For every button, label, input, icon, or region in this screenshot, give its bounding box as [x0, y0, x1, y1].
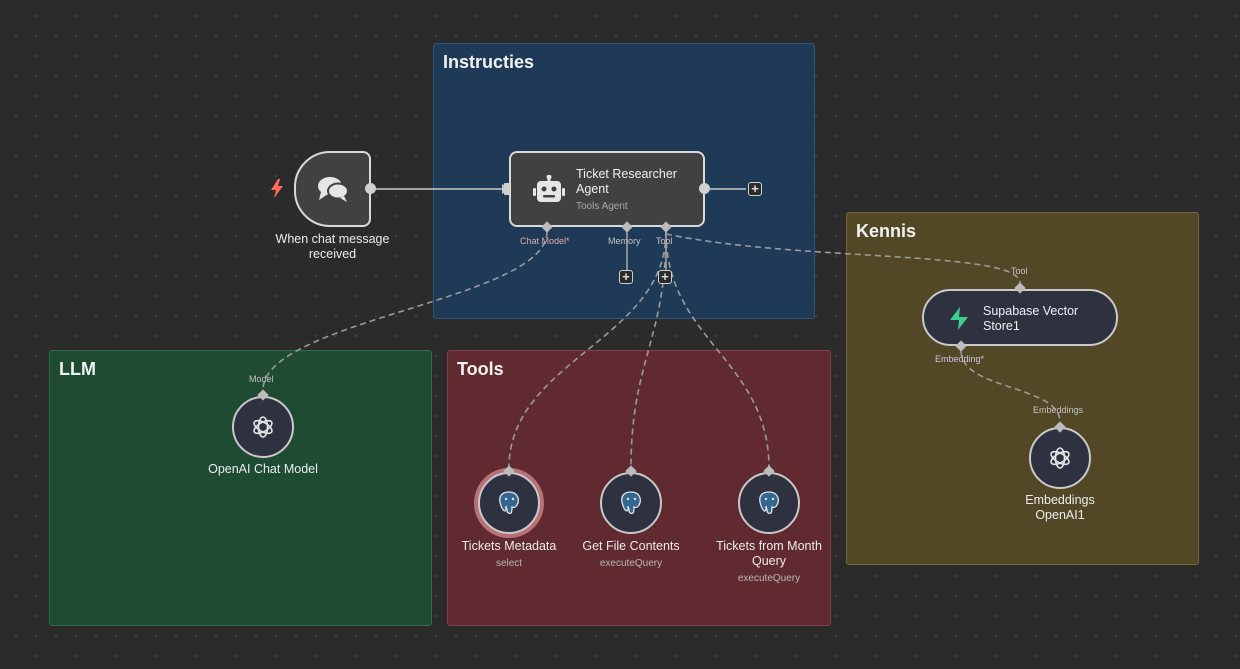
- tickets-metadata-node[interactable]: [478, 472, 540, 534]
- openai-chat-model-node[interactable]: [232, 396, 294, 458]
- tickets-month-query-operation: executeQuery: [737, 573, 801, 584]
- port-label-tool: Tool: [656, 236, 673, 246]
- get-file-contents-label: Get File Contents: [582, 539, 680, 553]
- agent-title: Ticket Researcher Agent: [576, 167, 677, 196]
- chat-bubbles-icon: [318, 177, 349, 202]
- tickets-metadata-operation: select: [495, 558, 523, 569]
- add-node-button[interactable]: +: [748, 182, 762, 196]
- robot-icon: [533, 175, 565, 202]
- openai-chat-model-label: OpenAI Chat Model: [208, 462, 318, 476]
- supabase-icon: [950, 307, 968, 330]
- port-label-model: Model: [249, 374, 274, 384]
- output-handle[interactable]: [699, 183, 710, 194]
- port-label-embeddings: Embeddings: [1033, 405, 1084, 415]
- openai-icon: [253, 416, 273, 438]
- postgres-icon: [499, 491, 519, 515]
- agent-node[interactable]: Ticket Researcher Agent Tools Agent: [509, 151, 705, 227]
- port-label-embedding: Embedding*: [935, 354, 985, 364]
- output-handle[interactable]: [365, 183, 376, 194]
- supabase-vector-store-node[interactable]: Supabase Vector Store1: [922, 289, 1118, 346]
- postgres-icon: [621, 491, 641, 515]
- tickets-month-query-label: Tickets from Month Query: [716, 539, 822, 568]
- get-file-contents-operation: executeQuery: [599, 558, 663, 569]
- lightning-icon: [271, 179, 283, 198]
- supabase-vector-store-label: Supabase Vector Store1: [983, 304, 1079, 333]
- embeddings-openai-label: Embeddings OpenAI1: [1025, 493, 1095, 522]
- agent-subtitle: Tools Agent: [576, 201, 628, 212]
- openai-icon: [1050, 447, 1070, 469]
- port-label-chat-model: Chat Model*: [520, 236, 570, 246]
- get-file-contents-node[interactable]: [600, 472, 662, 534]
- connection-tool-metadata: [508, 231, 667, 469]
- embeddings-openai-node[interactable]: [1029, 427, 1091, 489]
- connection-tool-vectorstore: [665, 233, 1021, 284]
- chat-trigger-label: When chat message received: [275, 232, 390, 261]
- port-label-vector-tool: Tool: [1011, 266, 1028, 276]
- tickets-metadata-label: Tickets Metadata: [461, 539, 557, 553]
- postgres-icon: [759, 491, 779, 515]
- tickets-month-query-node[interactable]: [738, 472, 800, 534]
- input-handle[interactable]: [504, 183, 510, 195]
- chat-trigger-node[interactable]: [294, 151, 371, 227]
- port-label-memory: Memory: [608, 236, 641, 246]
- connection-tool-month: [665, 231, 770, 469]
- add-tool-button[interactable]: +: [658, 270, 672, 284]
- connection-tool-filecontents: [630, 231, 667, 469]
- add-memory-button[interactable]: +: [619, 270, 633, 284]
